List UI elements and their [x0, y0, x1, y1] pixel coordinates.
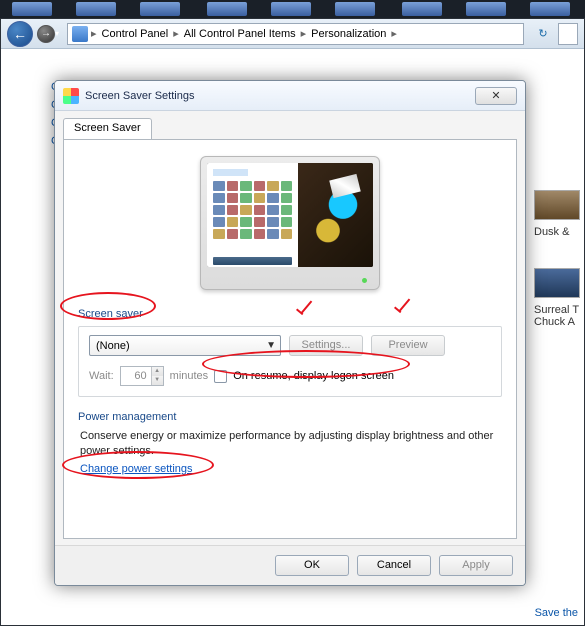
preview-button[interactable]: Preview [371, 335, 445, 356]
screen-saver-dialog: Screen Saver Settings ✕ Screen Saver [54, 80, 526, 586]
annotation-circle [202, 350, 410, 378]
explorer-navbar: ← → ▾ ▸ Control Panel ▸ All Control Pane… [1, 19, 584, 49]
refresh-icon: ↻ [538, 27, 547, 40]
crumb-sep-icon: ▸ [391, 27, 397, 40]
tab-label: Screen Saver [74, 122, 141, 134]
ok-button[interactable]: OK [275, 555, 349, 576]
theme-thumbs: Dusk & Surreal T Chuck A [534, 187, 584, 328]
refresh-button[interactable]: ↻ [532, 23, 554, 45]
breadcrumb-item[interactable]: Control Panel [100, 28, 171, 40]
cancel-button[interactable]: Cancel [357, 555, 431, 576]
nav-back-button[interactable]: ← [7, 21, 33, 47]
annotation-checkmark [296, 298, 318, 314]
nav-forward-button[interactable]: → [37, 25, 55, 43]
search-box[interactable] [558, 23, 578, 45]
wait-unit: minutes [170, 370, 209, 382]
wait-input[interactable] [121, 367, 151, 385]
screen-saver-icon [63, 88, 79, 104]
crumb-sep-icon: ▸ [91, 27, 97, 40]
theme-label: Dusk & [534, 226, 584, 238]
chevron-down-icon: ▼ [266, 340, 276, 351]
desktop-icons [0, 0, 585, 18]
tab-panel: Screen saver (None) ▼ Settings... Previe… [63, 139, 517, 539]
forward-arrow-icon: → [41, 29, 51, 39]
spin-up-icon[interactable]: ▲ [152, 367, 163, 376]
breadcrumb-item[interactable]: All Control Panel Items [182, 28, 298, 40]
save-theme-link[interactable]: Save the [535, 607, 578, 619]
annotation-circle [62, 451, 214, 479]
spin-down-icon[interactable]: ▼ [152, 376, 163, 385]
theme-thumb[interactable] [534, 190, 580, 220]
wait-spinner[interactable]: ▲ ▼ [120, 366, 164, 386]
monitor-preview [200, 156, 380, 290]
screensaver-combo-value: (None) [96, 340, 130, 352]
theme-thumb[interactable] [534, 268, 580, 298]
breadcrumb-item[interactable]: Personalization [309, 28, 388, 40]
crumb-sep-icon: ▸ [301, 27, 307, 40]
close-icon: ✕ [491, 89, 500, 102]
tab-screen-saver[interactable]: Screen Saver [63, 118, 152, 140]
dialog-title: Screen Saver Settings [85, 90, 194, 102]
theme-label: Surreal T [534, 304, 584, 316]
group-label-power: Power management [78, 411, 502, 423]
power-led-icon [362, 278, 367, 283]
dialog-titlebar: Screen Saver Settings ✕ [55, 81, 525, 111]
annotation-checkmark [394, 296, 416, 312]
dialog-button-row: OK Cancel Apply [55, 545, 525, 585]
wait-label: Wait: [89, 370, 114, 382]
crumb-sep-icon: ▸ [173, 27, 179, 40]
theme-label: Chuck A [534, 316, 584, 328]
annotation-circle [60, 292, 156, 320]
chevron-down-icon[interactable]: ▾ [55, 29, 59, 38]
back-arrow-icon: ← [13, 27, 27, 41]
control-panel-icon [72, 26, 88, 42]
address-bar[interactable]: ▸ Control Panel ▸ All Control Panel Item… [67, 23, 524, 45]
apply-button[interactable]: Apply [439, 555, 513, 576]
close-button[interactable]: ✕ [475, 87, 517, 105]
